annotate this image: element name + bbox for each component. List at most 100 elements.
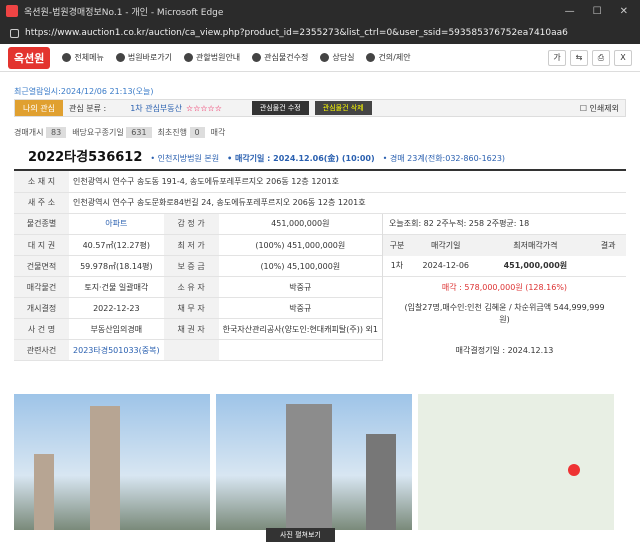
table-row: 새 주 소 인천광역시 연수구 송도문화로84번길 24, 송도에듀포레푸르지오 … (14, 192, 626, 214)
lock-icon (10, 28, 19, 38)
url-text[interactable]: https://www.auction1.co.kr/auction/ca_vi… (25, 28, 568, 38)
row-header: 채 권 자 (163, 318, 219, 340)
close-page-button[interactable]: X (614, 49, 632, 66)
menu-court[interactable]: 법원바로가기 (115, 52, 172, 63)
row-header: 매각물건 (14, 276, 69, 298)
court-name[interactable]: • 인천지방법원 본원 (150, 153, 219, 164)
favorite-category[interactable]: 1차 관심부동산 (130, 103, 182, 114)
bid-info: (입찰27명,매수인:인천 김혜윤 / 차순위금액 544,999,999원) (404, 302, 605, 324)
table-row: 물건종별 아파트 감 정 가 451,000,000원 (14, 213, 382, 235)
row-header: 대 지 권 (14, 234, 69, 256)
view-stats: 오늘조회: 82 2주누적: 258 2주평균: 18 (383, 214, 626, 235)
cell-value: 아파트 (69, 213, 164, 235)
menu-consult[interactable]: 상담실 (320, 52, 354, 63)
row-header: 채 무 자 (163, 297, 219, 319)
favorite-cat-label: 관심 분류 : (68, 103, 107, 113)
table-row: 건물면적 59.978㎡(18.14평) 보 증 금 (10%) 45,100,000… (14, 255, 382, 277)
table-row: 소 재 지 인천광역시 연수구 송도동 191-4, 송도에듀포레푸르지오 206… (14, 171, 626, 193)
photo-building-1[interactable] (14, 394, 210, 530)
row-header: 관련사건 (14, 339, 69, 361)
window-titlebar: 옥션원-법원경매정보No.1 - 개인 - Microsoft Edge — ☐ ✕ (0, 0, 640, 22)
table-row: 1차 2024-12-06 451,000,000원 (383, 256, 626, 277)
menu-suggest[interactable]: 건의/제안 (366, 52, 411, 63)
tab-first[interactable]: 최초진행 0 (158, 127, 205, 138)
photos-expand-button[interactable]: 사진 펼쳐보기 (266, 528, 335, 542)
minimize-icon[interactable]: — (565, 6, 575, 17)
print-exclude-checkbox[interactable]: ☐ 인쇄제외 (580, 103, 619, 114)
sale-result: 매각 : 578,000,000원 (128.16%) (441, 282, 568, 292)
table-row: 관련사건 2023타경501033(중복) (14, 339, 382, 361)
address-value: 인천광역시 연수구 송도동 191-4, 송도에듀포레푸르지오 206동 12층… (69, 171, 626, 193)
menu-icon (62, 53, 72, 62)
sale-side: 오늘조회: 82 2주누적: 258 2주평균: 18 구분 매각기일 최저매각가격… (382, 213, 626, 361)
row-header: 소 유 자 (163, 276, 219, 298)
address-table: 소 재 지 인천광역시 연수구 송도동 191-4, 송도에듀포레푸르지오 206… (14, 171, 626, 214)
cell-value: (100%) 451,000,000원 (218, 234, 382, 256)
sale-table-header: 구분 매각기일 최저매각가격 결과 (383, 234, 626, 256)
close-icon[interactable]: ✕ (620, 6, 628, 17)
photo-gallery (14, 394, 614, 530)
page: 옥션원 전체메뉴 법원바로가기 관할법원안내 관심물건수정 상담실 건의/제안 … (0, 44, 640, 542)
row-header: 사 건 명 (14, 318, 69, 340)
cell-value: 451,000,000원 (218, 213, 382, 235)
cell-value (218, 339, 382, 361)
menu-all[interactable]: 전체메뉴 (62, 52, 104, 63)
progress-tabs: 경매개시 83 배당요구종기일 631 최초진행 0 매각 (0, 117, 640, 140)
row-header: 새 주 소 (14, 192, 69, 214)
headset-icon (366, 53, 376, 62)
app-icon (6, 5, 18, 17)
address-bar[interactable]: https://www.auction1.co.kr/auction/ca_vi… (0, 22, 640, 44)
rating-stars[interactable]: ☆☆☆☆☆ (186, 104, 222, 113)
decision-date: 매각결정기일 : 2024.12.13 (455, 345, 554, 355)
tab-dividend[interactable]: 배당요구종기일 631 (72, 127, 152, 138)
sale-date: • 매각기일 : 2024.12.06(金) (10:00) (227, 154, 375, 163)
maximize-icon[interactable]: ☐ (593, 6, 602, 17)
table-row: 대 지 권 40.57㎡(12.27평) 최 저 가 (100%) 451,000,0… (14, 234, 382, 256)
row-header: 감 정 가 (163, 213, 219, 235)
cell-value: 2022-12-23 (69, 297, 164, 319)
row-header: 소 재 지 (14, 171, 69, 193)
font-size-button[interactable]: 가 (548, 49, 566, 66)
cell-value[interactable]: 2023타경501033(중복) (69, 339, 164, 361)
cell-value: (10%) 45,100,000원 (218, 255, 382, 277)
row-header: 최 저 가 (163, 234, 219, 256)
table-row: 사 건 명 부동산임의경매 채 권 자 한국자산관리공사(양도인:현대캐피탈(주)) … (14, 318, 382, 340)
cell-value: 59.978㎡(18.14평) (69, 255, 164, 277)
row-header: 보 증 금 (163, 255, 219, 277)
building-icon (184, 53, 193, 62)
cell-value: 40.57㎡(12.27평) (69, 234, 164, 256)
menu-jurisdiction[interactable]: 관할법원안내 (184, 52, 240, 63)
site-logo[interactable]: 옥션원 (8, 46, 51, 69)
favorite-edit-button[interactable]: 관심물건 수정 (251, 101, 309, 115)
property-table: 물건종별 아파트 감 정 가 451,000,000원 대 지 권 40.57㎡(12.2… (14, 213, 382, 361)
cell-value: 한국자산관리공사(양도인:현대캐피탈(주)) 외1 (218, 318, 382, 340)
table-row: 매각물건 토지·건물 일괄매각 소 유 자 박중규 (14, 276, 382, 298)
share-icon[interactable]: ⇆ (570, 49, 588, 66)
dept-info: • 경매 23계(전화:032-860-1623) (382, 154, 506, 163)
site-header: 옥션원 전체메뉴 법원바로가기 관할법원안내 관심물건수정 상담실 건의/제안 … (0, 44, 640, 72)
chat-icon (320, 53, 330, 62)
new-address-value: 인천광역시 연수구 송도문화로84번길 24, 송도에듀포레푸르지오 206동 … (69, 192, 626, 214)
favorite-delete-button[interactable]: 관심물건 삭제 (314, 101, 372, 115)
location-map[interactable] (418, 394, 614, 530)
tab-sale[interactable]: 매각 (211, 127, 226, 138)
top-menu: 전체메뉴 법원바로가기 관할법원안내 관심물건수정 상담실 건의/제안 (62, 52, 411, 63)
tab-start[interactable]: 경매개시 83 (14, 127, 67, 138)
favorite-label: 나의 관심 (15, 100, 63, 116)
window-title: 옥션원-법원경매정보No.1 - 개인 - Microsoft Edge (24, 7, 224, 18)
case-header: 2022타경536612 • 인천지방법원 본원 • 매각기일 : 2024.1… (14, 140, 626, 171)
photo-building-2[interactable] (216, 394, 412, 530)
row-header: 개시결정 (14, 297, 69, 319)
heart-icon (252, 53, 262, 62)
row-header (163, 339, 219, 361)
case-number: 2022타경536612 (28, 150, 143, 165)
favorite-bar: 나의 관심 관심 분류 : 1차 관심부동산 ☆☆☆☆☆ 관심물건 수정 관심물… (14, 99, 626, 117)
menu-favorite-edit[interactable]: 관심물건수정 (252, 52, 308, 63)
row-header: 건물면적 (14, 255, 69, 277)
cell-value: 부동산임의경매 (69, 318, 164, 340)
court-icon (115, 53, 125, 62)
last-view-time: 최근열람일시:2024/12/06 21:13(오늘) (14, 87, 154, 96)
print-icon[interactable]: ⎙ (592, 49, 610, 66)
row-header: 물건종별 (14, 213, 69, 235)
cell-value: 박중규 (218, 276, 382, 298)
